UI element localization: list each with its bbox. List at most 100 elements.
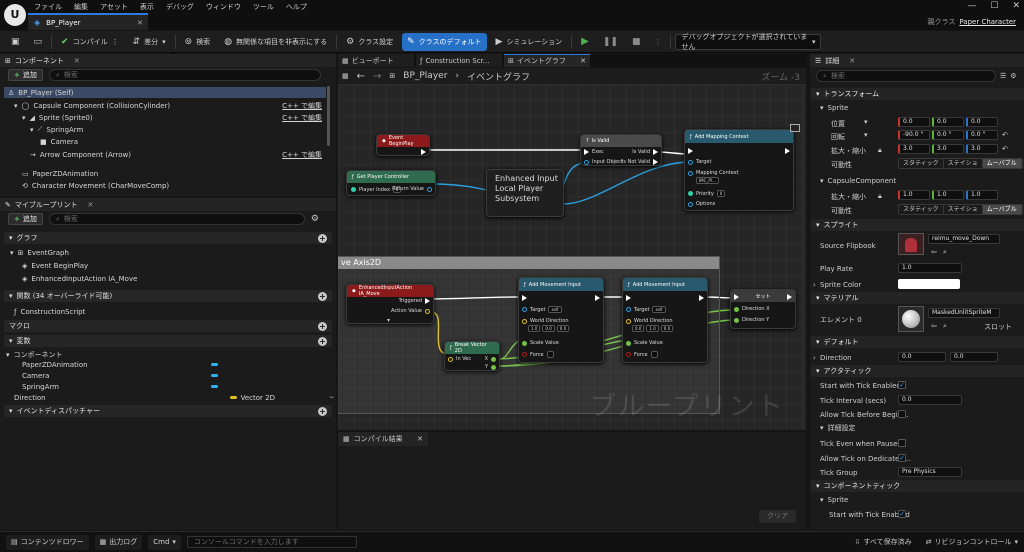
debug-object-select[interactable]: デバッグオブジェクトが選択されていません ▾ xyxy=(675,33,822,51)
components-search-input[interactable]: ⌕ 検索 xyxy=(48,69,321,81)
sprite-color-swatch[interactable] xyxy=(898,279,960,289)
variables-section[interactable]: ▾ 変数 + xyxy=(4,335,332,347)
add-blueprint-item-button[interactable]: + 追加 xyxy=(8,213,43,225)
mobility-movable[interactable]: ムーバブル xyxy=(982,205,1022,214)
advanced-subsection[interactable]: ▾ 詳細設定 xyxy=(811,422,1024,433)
mobility-selector[interactable]: スタティック ステイショ ムーバブル xyxy=(898,158,1023,169)
compile-results-tab[interactable]: ▦ コンパイル結果 ✕ xyxy=(338,432,428,446)
target-field[interactable]: self xyxy=(652,306,666,313)
exec-in-pin[interactable] xyxy=(688,148,693,154)
class-defaults-button[interactable]: ✎ クラスのデフォルト xyxy=(402,32,487,51)
output-log-button[interactable]: ▦ 出力ログ xyxy=(94,534,143,550)
scrollbar[interactable] xyxy=(327,86,330,146)
target-pin[interactable]: Target self xyxy=(626,306,666,313)
lock-icon[interactable]: 🔒︎ xyxy=(878,146,882,155)
allow-tick-dedicated-checkbox[interactable]: ✓ xyxy=(898,454,906,462)
graph-menu-icon[interactable]: ▦ xyxy=(342,72,349,80)
node-break-vector2d[interactable]: ƒ Break Vector 2D In Vec X Y xyxy=(444,341,500,371)
triggered-pin[interactable]: Triggered xyxy=(399,298,430,304)
component-self[interactable]: ♙ BP_Player (Self) xyxy=(4,87,326,98)
component-sprite[interactable]: ▾ ◢ Sprite (Sprite0) xyxy=(22,112,93,123)
material-thumbnail[interactable] xyxy=(898,306,924,332)
close-tab-icon[interactable]: ✕ xyxy=(580,57,586,65)
actor-tick-section[interactable]: ▾ アクタティック xyxy=(811,365,1024,377)
variable-camera[interactable]: Camera xyxy=(22,370,218,381)
close-window-icon[interactable]: ✕ xyxy=(1012,1,1020,11)
is-valid-pin[interactable]: Is Valid xyxy=(632,149,658,155)
close-panel-icon[interactable]: ✕ xyxy=(87,201,93,209)
force-pin[interactable]: Force xyxy=(522,351,554,358)
target-pin[interactable]: Target self xyxy=(522,306,562,313)
add-variable-icon[interactable]: + xyxy=(318,336,327,346)
minimize-icon[interactable]: — xyxy=(967,1,976,11)
mobility-movable[interactable]: ムーバブル xyxy=(982,159,1022,168)
cmd-select[interactable]: Cmd ▾ xyxy=(148,534,181,550)
lock-icon[interactable]: 🔒︎ xyxy=(878,192,882,201)
scale-value-pin[interactable]: Scale Value xyxy=(626,340,663,346)
return-value-pin[interactable]: Return Value xyxy=(392,186,432,192)
allow-tick-before-checkbox[interactable] xyxy=(898,410,906,418)
unreal-logo-icon[interactable]: U xyxy=(4,4,26,26)
exec-in-pin[interactable] xyxy=(522,295,527,301)
save-button[interactable]: ▣ xyxy=(6,33,25,51)
close-tab-icon[interactable]: ✕ xyxy=(137,19,143,27)
component-start-with-tick-checkbox[interactable]: ✓ xyxy=(898,510,906,518)
save-status[interactable]: ⇩ すべて保存済み xyxy=(855,537,912,547)
priority-field[interactable]: 0 xyxy=(716,190,726,197)
location-x-field[interactable]: 0.0 xyxy=(898,117,930,127)
target-pin[interactable]: Target xyxy=(688,159,711,165)
functions-section[interactable]: ▾ 関数 (34 オーバーライド可能) + xyxy=(4,290,332,302)
menu-asset[interactable]: アセット xyxy=(100,2,128,12)
menu-debug[interactable]: デバッグ xyxy=(166,2,194,12)
graph-section[interactable]: ▾ グラフ + xyxy=(4,232,332,244)
material-select[interactable]: MaskedUnlitSpriteM xyxy=(928,308,1000,318)
direction-x-field[interactable]: 0.0 xyxy=(898,352,946,362)
input-object-pin[interactable]: Input Object xyxy=(584,159,623,165)
variable-paperzd[interactable]: PaperZDAnimation xyxy=(22,359,218,370)
scale-z-field[interactable]: 3.0 xyxy=(966,144,998,154)
pause-button[interactable]: ❚❚ xyxy=(598,33,623,51)
scale-x-field[interactable]: 3.0 xyxy=(898,144,930,154)
simulation-button[interactable]: ▶ シミュレーション xyxy=(491,33,568,51)
edit-cpp-arrow[interactable]: C++ で編集 xyxy=(282,150,322,160)
play-rate-field[interactable]: 1.0 xyxy=(898,263,962,273)
exec-out-pin[interactable] xyxy=(699,295,704,301)
menu-file[interactable]: ファイル xyxy=(34,2,62,12)
node-add-mapping-context[interactable]: ƒ Add Mapping Context Target Mapping Con… xyxy=(684,129,794,211)
capsule-scale-y-field[interactable]: 1.0 xyxy=(932,190,964,200)
tab-viewport[interactable]: ▦ ビューポート xyxy=(338,54,414,67)
force-checkbox[interactable] xyxy=(546,351,554,358)
chevron-down-icon[interactable]: ▾ xyxy=(864,118,868,126)
sprite-section[interactable]: ▾ スプライト xyxy=(811,219,1024,231)
capsule-scale-x-field[interactable]: 1.0 xyxy=(898,190,930,200)
diff-button[interactable]: ⇵ 差分 ▾ xyxy=(128,33,171,51)
mobility-static[interactable]: スタティック xyxy=(899,159,944,168)
exec-in-pin[interactable] xyxy=(734,294,739,300)
chevron-right-icon[interactable]: › xyxy=(813,354,816,362)
component-arrow[interactable]: → Arrow Component (Arrow) xyxy=(30,149,131,160)
play-button[interactable]: ▶ xyxy=(576,33,594,51)
add-component-button[interactable]: + 追加 xyxy=(8,69,43,81)
search-icon[interactable]: ⌕ xyxy=(943,248,947,257)
component-charmove[interactable]: ⟲ Character Movement (CharMoveComp) xyxy=(22,180,169,191)
world-direction-pin[interactable]: World Direction 0.0 1.0 0.0 xyxy=(626,318,674,332)
edit-cpp-capsule[interactable]: C++ で編集 xyxy=(282,101,322,111)
back-arrow-icon[interactable]: ← xyxy=(357,71,365,82)
menu-view[interactable]: 表示 xyxy=(140,2,154,12)
browse-arrow-icon[interactable]: ⇦ xyxy=(931,322,937,330)
reset-arrow-icon[interactable]: ↶ xyxy=(1002,145,1008,153)
mobility-static[interactable]: スタティック xyxy=(899,205,944,214)
mapping-context-field[interactable]: IMC_Pl... xyxy=(696,177,719,184)
edit-cpp-sprite[interactable]: C++ で編集 xyxy=(282,113,322,123)
location-label[interactable]: 位置 xyxy=(831,119,845,129)
document-tab[interactable]: ◈ BP_Player ✕ xyxy=(28,13,148,30)
settings-gear-icon[interactable]: ⚙ xyxy=(311,214,319,224)
menu-help[interactable]: ヘルプ xyxy=(286,2,307,12)
dispatchers-section[interactable]: ▾ イベントディスパッチャー + xyxy=(4,405,332,417)
exec-out-pin[interactable] xyxy=(787,294,792,300)
browse-arrow-icon[interactable]: ⇦ xyxy=(931,248,937,256)
transform-section[interactable]: ▾ トランスフォーム xyxy=(811,88,1024,100)
list-view-icon[interactable]: ☰ xyxy=(1000,72,1006,80)
compile-button[interactable]: ✔ コンパイル ⋮ xyxy=(56,33,124,51)
rotation-y-field[interactable]: 0.0 ° xyxy=(932,130,964,140)
